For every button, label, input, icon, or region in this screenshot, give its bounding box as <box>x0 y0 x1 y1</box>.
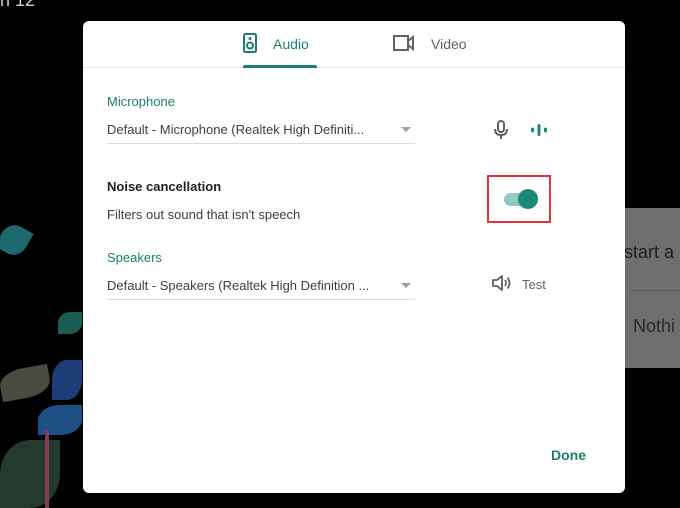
side-panel-text: Nothi <box>633 316 676 336</box>
test-speakers-button[interactable]: Test <box>492 275 546 294</box>
side-panel-text: start a <box>624 242 675 262</box>
microphone-label: Microphone <box>107 94 175 109</box>
side-panel-divider <box>630 290 680 291</box>
toggle-thumb <box>518 189 538 209</box>
done-button[interactable]: Done <box>551 447 586 463</box>
videocam-icon <box>393 34 415 54</box>
noise-cancellation-description: Filters out sound that isn't speech <box>107 207 301 222</box>
audio-level-icon <box>530 123 548 141</box>
mic-icon[interactable] <box>494 120 508 145</box>
noise-cancellation-title: Noise cancellation <box>107 179 222 194</box>
speakers-selected-value: Default - Speakers (Realtek High Definit… <box>107 277 370 293</box>
speakers-label: Speakers <box>107 250 162 265</box>
tab-audio[interactable]: Audio <box>243 21 317 68</box>
microphone-selected-value: Default - Microphone (Realtek High Defin… <box>107 121 365 137</box>
tab-video[interactable]: Video <box>393 21 467 67</box>
settings-tabs: Audio Video <box>83 21 625 68</box>
chevron-down-icon <box>401 126 411 132</box>
noise-cancellation-toggle[interactable] <box>502 189 538 209</box>
microphone-select[interactable]: Default - Microphone (Realtek High Defin… <box>107 115 415 144</box>
speaker-device-icon <box>243 32 257 56</box>
speakers-select[interactable]: Default - Speakers (Realtek High Definit… <box>107 271 415 300</box>
highlight-box <box>487 175 551 223</box>
background-heading: n 12 <box>0 0 36 10</box>
tab-label: Video <box>431 36 467 52</box>
volume-icon <box>492 275 512 294</box>
chevron-down-icon <box>401 282 411 288</box>
tab-label: Audio <box>273 36 309 52</box>
settings-dialog: Audio Video Microphone Default - Microph… <box>83 21 625 493</box>
test-label: Test <box>522 277 546 292</box>
